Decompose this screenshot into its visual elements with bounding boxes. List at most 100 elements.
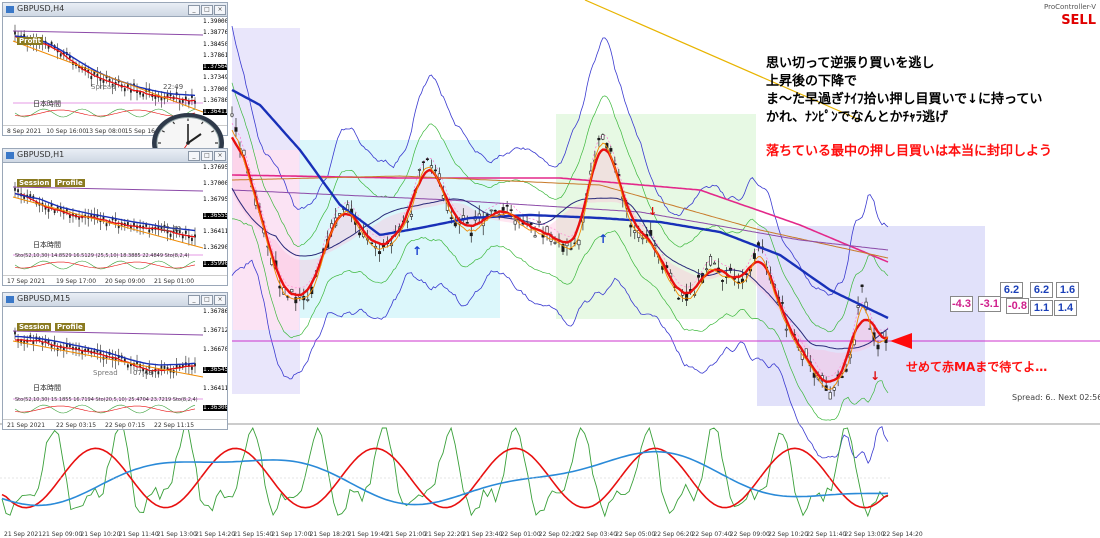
mini-window-h1[interactable]: GBPUSD,H1 _ □ × Session Profile 日本時間 22:…	[2, 148, 228, 286]
chart-icon	[6, 296, 14, 303]
candle	[123, 88, 126, 92]
minimize-button[interactable]: _	[188, 151, 200, 161]
time-tick-label: 21 Sep 19:40	[347, 531, 388, 538]
maximize-button[interactable]: □	[201, 151, 213, 161]
time-tick-label: 21 Sep 18:20	[309, 531, 350, 538]
mini-window-m15[interactable]: GBPUSD,M15 _ □ × Session Profile 日本時間 Sp…	[2, 292, 228, 430]
time-tick-label: 20 Sep 09:00	[105, 278, 146, 285]
maximize-button[interactable]: □	[201, 5, 213, 15]
price-label: 1.37349	[203, 74, 228, 82]
price-label: 1.37695	[203, 164, 228, 171]
time-tick-label: 22 Sep 09:00	[729, 531, 770, 538]
candle	[449, 217, 453, 219]
session-tag: Session	[17, 323, 52, 331]
indicator-label: Sto(52,10,30) 15.1855 16.7194 Sto(20,5,1…	[15, 397, 198, 403]
candle	[148, 229, 151, 233]
value-box: 6.2	[1000, 282, 1023, 298]
time-tick-label: 21 Sep 10:20	[80, 531, 121, 538]
time-tick-label: 8 Sep 2021	[7, 128, 42, 135]
value-box: 1.1	[1030, 300, 1053, 316]
candle	[14, 187, 16, 191]
indicator-label: Sto(52,10,30) 14.8529 16.5129 (25,5,10) …	[15, 253, 190, 259]
window-titlebar[interactable]: GBPUSD,M15 _ □ ×	[3, 293, 227, 307]
profit-tag: Profit	[17, 37, 43, 45]
spread-label: Spread	[91, 83, 116, 91]
close-button[interactable]: ×	[214, 5, 226, 15]
annotation-line-4: かれ、ﾅﾝﾋﾟﾝでなんとかﾁｬﾗ逃げ	[766, 110, 949, 125]
close-button[interactable]: ×	[214, 151, 226, 161]
window-title: GBPUSD,H4	[17, 4, 65, 13]
window-titlebar[interactable]: GBPUSD,H1 _ □ ×	[3, 149, 227, 163]
time-tick-label: 21 Sep 2021	[7, 422, 46, 429]
time-tick-label: 21 Sep 14:20	[195, 531, 236, 538]
annotation-wait-note: せめて赤MAまで待てよ…	[906, 360, 1048, 374]
price-label: 1.36786	[203, 96, 228, 104]
price-label: 1.39000	[203, 18, 228, 25]
value-box: -3.1	[978, 296, 1001, 312]
candle	[485, 214, 489, 216]
price-label: 1.37000	[203, 85, 228, 93]
profile-tag: Profile	[55, 323, 85, 331]
price-label: 1.36786	[203, 308, 228, 315]
candle	[142, 93, 145, 97]
chart-icon	[6, 6, 14, 13]
time-tick-label: 13 Sep 08:00	[85, 128, 126, 135]
value-text: -0.8	[1008, 300, 1027, 312]
window-titlebar[interactable]: GBPUSD,H4 _ □ ×	[3, 3, 227, 17]
candle	[860, 284, 864, 287]
candle	[417, 169, 421, 171]
maximize-button[interactable]: □	[201, 295, 213, 305]
minimize-button[interactable]: _	[188, 295, 200, 305]
candle	[609, 148, 613, 152]
annotation-red-note: 落ちている最中の押し目買いは本当に封印しよう	[766, 144, 1053, 159]
candle	[378, 251, 382, 255]
time-tick-label: 22 Sep 03:40	[577, 531, 618, 538]
candle	[306, 299, 310, 301]
up-arrow-icon: ↑	[598, 232, 608, 246]
candle	[713, 262, 717, 265]
candle	[169, 233, 172, 237]
time-tick-label: 22 Sep 10:20	[768, 531, 809, 538]
price-label: 1.36300	[203, 404, 228, 411]
time-tick-label: 21 Sep 15:40	[233, 531, 274, 538]
price-label: 1.37564	[203, 63, 228, 70]
candle	[191, 237, 193, 241]
down-arrow-icon: ↓	[870, 369, 880, 383]
timer-label: 22:49	[161, 225, 182, 233]
price-label: 1.36712	[203, 327, 228, 335]
value-box: 1.6	[1056, 282, 1079, 298]
up-arrow-icon: ↑	[412, 244, 422, 258]
candle	[633, 230, 637, 233]
time-tick-label: 21 Sep 23:40	[462, 531, 503, 538]
value-box: 1.4	[1054, 300, 1077, 316]
time-tick-label: 10 Sep 16:00	[46, 128, 87, 135]
time-tick-label: 22 Sep 13:00	[844, 531, 885, 538]
candle	[160, 97, 163, 101]
candle	[828, 392, 832, 400]
candle	[597, 137, 601, 141]
session-label: 日本時間	[33, 384, 61, 392]
candle	[697, 274, 701, 278]
candle	[752, 253, 756, 259]
value-text: -4.3	[952, 298, 971, 310]
candle	[126, 222, 129, 226]
close-button[interactable]: ×	[214, 295, 226, 305]
value-text: 1.6	[1059, 284, 1076, 296]
time-tick-label: 21 Sep 13:00	[156, 531, 197, 538]
candle	[461, 215, 465, 219]
time-tick-label: 22 Sep 06:20	[653, 531, 694, 538]
candle	[47, 208, 50, 212]
candle	[65, 344, 68, 348]
price-label: 1.37000	[203, 180, 228, 187]
candle	[501, 207, 505, 211]
time-tick-label: 21 Sep 22:20	[424, 531, 465, 538]
candle	[184, 230, 187, 234]
value-text: 6.2	[1003, 284, 1020, 296]
candle	[181, 235, 184, 239]
minimize-button[interactable]: _	[188, 5, 200, 15]
candle	[705, 268, 709, 271]
time-tick-label: 21 Sep 11:40	[118, 531, 159, 538]
candle	[709, 256, 713, 266]
down-arrow-icon: ↓	[648, 205, 657, 218]
candle	[290, 289, 294, 293]
